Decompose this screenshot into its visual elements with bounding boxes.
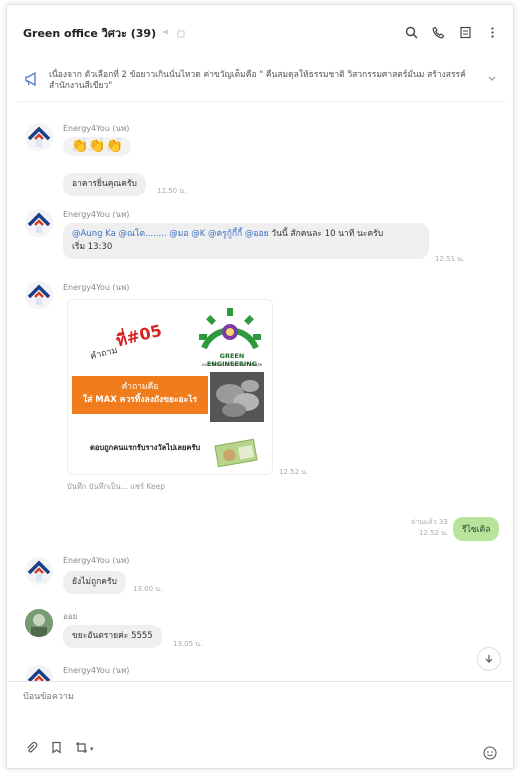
message-bubble[interactable]: @Aung Ka @ณโต........ @มอ @K @ครูกู้กี้ก… xyxy=(63,223,429,259)
question-number: ที่#05 xyxy=(114,320,164,351)
sender-name: Energy4You (นพ) xyxy=(63,666,130,675)
sender-name: Energy4You (นพ) xyxy=(63,124,130,133)
read-status: อ่านแล้ว 33 xyxy=(411,518,448,526)
avatar-photo[interactable] xyxy=(25,609,53,637)
image-message[interactable]: คำถาม ที่#05 GREEN ENGINEERING คณะวิศวกร… xyxy=(67,299,273,475)
chat-title: Green office วิศวะ (39) xyxy=(23,27,157,40)
save-icon[interactable] xyxy=(50,739,63,758)
question-box: คำถามคือ ใส่ MAX ควรทิ้งลงถังขยะอะไร xyxy=(72,376,208,414)
question-label: คำถาม xyxy=(89,345,119,363)
message-bubble[interactable]: ยังไม่ถูกครับ xyxy=(63,571,126,594)
avatar[interactable] xyxy=(25,665,53,681)
message-bubble[interactable]: 👏👏👏 xyxy=(63,137,132,156)
banknote-image xyxy=(214,438,258,468)
message-time: 12.52 น. xyxy=(279,468,309,476)
message-time: 13.00 น. xyxy=(133,585,163,593)
chat-window: Green office วิศวะ (39) เนื่องจาก ตัวเลื… xyxy=(6,4,514,769)
message-bubble[interactable]: ขยะอันตรายค่ะ 5555 xyxy=(63,625,162,648)
message-time: 12.50 น. xyxy=(157,187,187,195)
crop-icon[interactable] xyxy=(75,739,88,758)
announcement-bar[interactable]: เนื่องจาก ตัวเลือกที่ 2 ข้อยาวเกินนั่นไห… xyxy=(17,62,505,102)
avatar[interactable] xyxy=(25,281,53,309)
announcement-text: เนื่องจาก ตัวเลือกที่ 2 ข้อยาวเกินนั่นไห… xyxy=(49,70,466,91)
search-icon[interactable] xyxy=(405,24,418,43)
message-time: 12.51 น. xyxy=(435,255,465,263)
sender-name: Energy4You (นพ) xyxy=(63,210,130,219)
mask-photo xyxy=(210,372,264,422)
message-bubble[interactable]: อาคารยิ่นคุณครับ xyxy=(63,173,146,196)
message-time: 13.05 น. xyxy=(173,640,203,648)
green-engineering-logo xyxy=(199,308,261,350)
question-box-line1: คำถามคือ xyxy=(121,382,159,392)
note-icon[interactable] xyxy=(176,24,186,43)
mention-list[interactable]: @Aung Ka @ณโต........ @มอ @K @ครูกู้กี้ก… xyxy=(72,229,269,239)
message-text-line2: เริ่ม 13:30 xyxy=(72,242,113,252)
avatar[interactable] xyxy=(25,209,53,237)
sender-name: Energy4You (นพ) xyxy=(63,556,130,565)
message-input[interactable] xyxy=(23,692,443,702)
my-message-bubble[interactable]: รีไซเคิล xyxy=(453,517,500,541)
reward-text: ตอบถูกคนแรกรับรางวัลไปเลยครับ xyxy=(90,443,201,452)
avatar[interactable] xyxy=(25,557,53,585)
message-text: วันนี้ สักคนละ 10 นาที นะครับ xyxy=(268,229,384,239)
more-icon[interactable] xyxy=(486,24,499,43)
chat-header: Green office วิศวะ (39) xyxy=(7,5,513,61)
sender-name: ออย xyxy=(63,612,78,621)
image-actions[interactable]: บันทึก บันทึกเป็น... แชร์ Keep xyxy=(67,481,165,493)
message-composer: ▾ xyxy=(7,681,513,768)
emoji-icon[interactable] xyxy=(483,746,497,760)
avatar[interactable] xyxy=(25,123,53,151)
question-box-line2: ใส่ MAX ควรทิ้งลงถังขยะอะไร xyxy=(82,395,198,405)
paperclip-icon[interactable] xyxy=(25,739,38,758)
message-time: 12.52 น. xyxy=(419,529,449,537)
sender-name: Energy4You (นพ) xyxy=(63,283,130,292)
scroll-down-button[interactable] xyxy=(477,647,501,671)
chevron-down-icon[interactable]: ▾ xyxy=(90,745,94,753)
chevron-down-icon[interactable] xyxy=(487,74,497,84)
phone-icon[interactable] xyxy=(432,24,445,43)
megaphone-icon xyxy=(25,71,36,87)
arrow-down-icon xyxy=(485,655,493,663)
logo-subtitle: คณะวิศวกรรมศาสตร์ มหาวิทยาลัย xyxy=(202,362,262,367)
menu-icon[interactable] xyxy=(459,24,472,43)
mute-icon[interactable] xyxy=(162,27,172,40)
